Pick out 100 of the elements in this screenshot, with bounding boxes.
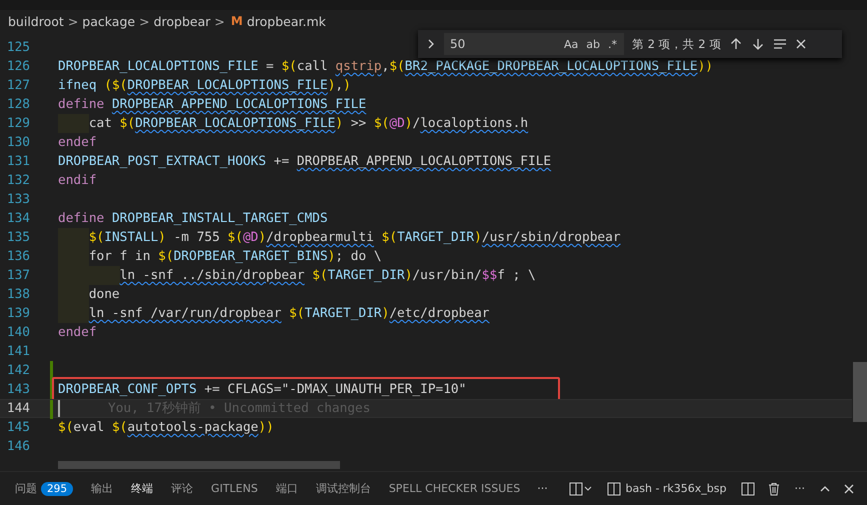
panel-tab[interactable]: 评论 xyxy=(162,472,202,505)
panel-tab[interactable]: 端口 xyxy=(266,472,307,505)
line-number: 137 xyxy=(6,268,30,283)
find-option-toggle[interactable]: ab xyxy=(585,38,601,50)
arrow-up-icon[interactable] xyxy=(729,37,744,51)
code-token: $( xyxy=(120,115,136,133)
code-token: ifneq xyxy=(58,77,98,95)
indent-guide xyxy=(88,266,120,285)
panel-tab[interactable]: 问题 295 xyxy=(6,472,82,505)
split-icon[interactable] xyxy=(740,482,754,496)
code-token: $( xyxy=(311,267,328,285)
panel-tab[interactable]: 调试控制台 xyxy=(306,472,380,505)
line-number: 125 xyxy=(6,40,30,55)
chevron-icon[interactable] xyxy=(426,38,436,50)
line-number: 130 xyxy=(6,135,30,150)
line-number: 145 xyxy=(6,420,30,435)
panel-tab[interactable]: GITLENS xyxy=(202,472,267,505)
code-token: ) xyxy=(474,229,482,247)
breadcrumb-item[interactable]: dropbear xyxy=(154,14,210,28)
code-token: autotools-package xyxy=(127,419,258,437)
code-token: /usr/sbin/dropbear xyxy=(482,229,621,247)
panel-tab[interactable]: 输出 xyxy=(82,472,122,505)
panel-tab[interactable]: SPELL CHECKER ISSUES xyxy=(380,472,530,505)
code-token: DROPBEAR_CONF_OPTS xyxy=(58,381,197,399)
code-token: @D xyxy=(389,115,405,133)
line-number: 126 xyxy=(6,59,30,74)
code-token: call xyxy=(296,58,329,76)
breadcrumb-item[interactable]: package xyxy=(82,14,136,28)
code-token: = xyxy=(265,58,275,76)
code-token: += xyxy=(272,153,290,171)
code-token: ($( xyxy=(104,77,128,95)
arrow-down-icon[interactable] xyxy=(751,37,766,51)
code-token: DROPBEAR_LOCALOPTIONS_FILE xyxy=(58,58,258,76)
terminal-selector[interactable]: bash - rk356x_bsp xyxy=(606,482,726,496)
line-number: 141 xyxy=(6,344,30,359)
code-token: /dropbearmulti xyxy=(266,229,374,247)
code-token: DROPBEAR_TARGET_BINS xyxy=(174,248,328,266)
code-token: endif xyxy=(58,172,97,190)
find-field[interactable]: 50 Aa ab .* xyxy=(444,33,624,55)
close-icon[interactable] xyxy=(843,482,855,494)
indent-guide xyxy=(58,304,89,323)
line-number: 138 xyxy=(6,287,30,302)
line-number: 134 xyxy=(6,211,30,226)
code-token: DROPBEAR_POST_EXTRACT_HOOKS xyxy=(58,153,266,171)
code-token: TARGET_DIR xyxy=(397,229,474,247)
line-number: 135 xyxy=(6,230,30,245)
code-token: , xyxy=(382,58,390,76)
code-token: ) xyxy=(158,229,166,247)
code-token: ; do \ xyxy=(335,248,382,266)
code-token: $( xyxy=(158,248,174,266)
layout-dropdown-icon[interactable] xyxy=(568,482,593,496)
code-token: qstrip xyxy=(335,58,382,76)
scrollbar-thumb[interactable] xyxy=(853,362,867,422)
breadcrumb-separator: > xyxy=(68,14,78,28)
panel-tab[interactable]: 终端 xyxy=(122,472,162,505)
line-number: 142 xyxy=(6,363,30,378)
code-token: /usr/bin/ xyxy=(412,267,482,285)
trash-icon[interactable] xyxy=(766,482,780,496)
find-option-toggle[interactable]: .* xyxy=(607,38,618,50)
code-token: DROPBEAR_APPEND_LOCALOPTIONS_FILE xyxy=(112,96,366,114)
code-token: ) xyxy=(404,115,412,133)
code-token: $( xyxy=(58,419,74,437)
code-token: endef xyxy=(58,134,97,152)
code-token: $( xyxy=(374,115,390,133)
breadcrumb-separator: > xyxy=(139,14,150,28)
code-token: cat xyxy=(88,115,113,133)
line-number: 136 xyxy=(6,249,30,264)
close-icon[interactable] xyxy=(795,38,808,50)
count-badge: 295 xyxy=(41,482,74,496)
code-token: )) xyxy=(698,58,713,76)
code-token: done xyxy=(88,286,120,304)
find-option-toggle[interactable]: Aa xyxy=(563,38,580,50)
code-token: ) xyxy=(335,115,344,133)
code-token: / xyxy=(412,115,420,133)
more-button[interactable]: ··· xyxy=(786,482,813,495)
code-token: ) xyxy=(258,229,266,247)
breadcrumb-item[interactable]: buildroot xyxy=(8,14,64,28)
code-token: localoptions.h xyxy=(420,115,528,133)
code-token: ) xyxy=(328,77,336,95)
line-number: 131 xyxy=(6,154,30,169)
code-token: DROPBEAR_INSTALL_TARGET_CMDS xyxy=(112,210,328,228)
line-number: 132 xyxy=(6,173,30,188)
breadcrumb-item[interactable]: dropbear.mk xyxy=(246,14,326,28)
code-token: )) xyxy=(258,419,274,437)
code-token: for f in xyxy=(88,248,152,266)
code-token: -m 755 xyxy=(172,229,221,247)
code-token: ) xyxy=(343,77,351,95)
line-number: 144 xyxy=(6,401,30,416)
breadcrumb-separator: > xyxy=(214,14,225,28)
code-token: /etc/dropbear xyxy=(389,305,490,323)
code-token: ) xyxy=(382,305,390,323)
code-token: f ; \ xyxy=(497,267,536,285)
scrollbar-thumb[interactable] xyxy=(58,461,340,469)
file-type-icon: M xyxy=(230,14,243,28)
code-token: $( xyxy=(281,58,297,76)
menu-icon[interactable] xyxy=(773,37,788,51)
more-button[interactable]: ··· xyxy=(529,482,556,495)
code-token: $$ xyxy=(482,267,498,285)
code-token: $( xyxy=(288,305,305,323)
code-token: eval xyxy=(73,419,106,437)
